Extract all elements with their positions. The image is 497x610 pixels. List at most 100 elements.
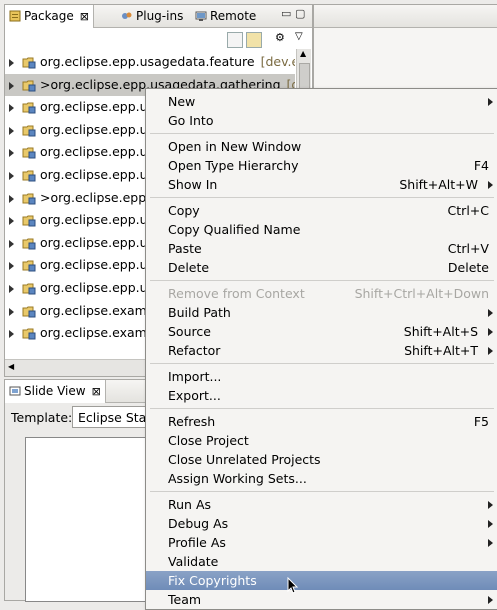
- menu-item-open-type-hierarchy[interactable]: Open Type Hierarchy F4: [146, 156, 497, 175]
- tab-package-explorer[interactable]: Package ⊠: [5, 5, 94, 28]
- expand-icon[interactable]: [9, 104, 14, 112]
- project-name: >org.eclipse.epp.u: [40, 190, 159, 205]
- expand-icon[interactable]: [9, 240, 14, 248]
- menu-item-validate[interactable]: Validate: [146, 552, 497, 571]
- menu-item-refresh[interactable]: Refresh F5: [146, 412, 497, 431]
- menu-item-export[interactable]: Export...: [146, 386, 497, 405]
- slide-view-icon: [9, 386, 21, 396]
- expand-icon[interactable]: [9, 127, 14, 135]
- expand-icon[interactable]: [9, 195, 14, 203]
- close-icon[interactable]: ⊠: [80, 10, 89, 23]
- maximize-icon[interactable]: ▢: [295, 7, 305, 20]
- tree-row-label: org.eclipse.epp.us: [40, 96, 160, 118]
- expand-icon[interactable]: [9, 217, 14, 225]
- menu-separator: [150, 197, 494, 198]
- menu-item-copy[interactable]: Copy Ctrl+C: [146, 201, 497, 220]
- menu-item-delete[interactable]: Delete Delete: [146, 258, 497, 277]
- scroll-left-icon[interactable]: ◀: [8, 362, 14, 371]
- menu-item-label: Refresh: [168, 414, 216, 429]
- link-with-editor-icon[interactable]: [246, 32, 262, 48]
- menu-item-new[interactable]: New: [146, 92, 497, 111]
- menu-item-label: Export...: [168, 388, 221, 403]
- menu-item-shortcut: F4: [473, 158, 489, 173]
- menu-item-assign-working-sets[interactable]: Assign Working Sets...: [146, 469, 497, 488]
- project-name: org.eclipse.epp.us: [40, 144, 155, 159]
- expand-icon[interactable]: [9, 172, 14, 180]
- menu-item-label: Source: [168, 324, 211, 339]
- expand-icon[interactable]: [9, 262, 14, 270]
- menu-item-label: Copy Qualified Name: [168, 222, 301, 237]
- menu-item-remove-from-context: Remove from Context Shift+Ctrl+Alt+Down: [146, 284, 497, 303]
- menu-item-source[interactable]: Source Shift+Alt+S: [146, 322, 497, 341]
- menu-item-run-as[interactable]: Run As: [146, 495, 497, 514]
- expand-icon[interactable]: [9, 330, 14, 338]
- menu-item-shortcut: Delete: [447, 260, 489, 275]
- tree-row-label: org.eclipse.epp.us: [40, 209, 160, 231]
- menu-item-close-unrelated-projects[interactable]: Close Unrelated Projects: [146, 450, 497, 469]
- plugin-project-icon: [22, 283, 36, 295]
- menu-item-label: Close Unrelated Projects: [168, 452, 321, 467]
- menu-item-shortcut: F5: [473, 414, 489, 429]
- tree-row-label: org.eclipse.examp: [40, 300, 161, 322]
- tree-row[interactable]: org.eclipse.epp.usagedata.feature [dev.e: [5, 51, 295, 73]
- menu-item-label: Debug As: [168, 516, 229, 531]
- expand-icon[interactable]: [9, 82, 14, 90]
- project-name: org.eclipse.examp: [40, 325, 155, 340]
- menu-item-copy-qualified-name[interactable]: Copy Qualified Name: [146, 220, 497, 239]
- tab-remote[interactable]: Remote: [191, 5, 260, 27]
- tree-row-label: org.eclipse.epp.us: [40, 254, 160, 276]
- tab-plug-ins[interactable]: Plug-ins: [117, 5, 187, 27]
- plugin-project-icon: [22, 102, 36, 114]
- editor-tabbar: [314, 5, 497, 28]
- menu-item-refactor[interactable]: Refactor Shift+Alt+T: [146, 341, 497, 360]
- menu-item-open-in-new-window[interactable]: Open in New Window: [146, 137, 497, 156]
- menu-separator: [150, 408, 494, 409]
- menu-item-label: Paste: [168, 241, 202, 256]
- menu-item-profile-as[interactable]: Profile As: [146, 533, 497, 552]
- menu-item-import[interactable]: Import...: [146, 367, 497, 386]
- submenu-arrow-icon: [488, 347, 493, 355]
- tab-package-label: Package: [24, 9, 74, 23]
- minimize-icon[interactable]: ▭: [281, 7, 291, 20]
- expand-icon[interactable]: [9, 59, 14, 67]
- view-toolbar: ⚙ ▽: [5, 28, 312, 50]
- mouse-cursor-icon: [287, 577, 299, 594]
- menu-item-paste[interactable]: Paste Ctrl+V: [146, 239, 497, 258]
- tree-row-label: org.eclipse.epp.us: [40, 164, 160, 186]
- project-name: org.eclipse.epp.us: [40, 280, 155, 295]
- expand-icon[interactable]: [9, 149, 14, 157]
- menu-item-show-in[interactable]: Show In Shift+Alt+W: [146, 175, 497, 194]
- project-name: org.eclipse.epp.us: [40, 167, 155, 182]
- focus-icon[interactable]: ⚙: [275, 31, 285, 44]
- expand-icon[interactable]: [9, 285, 14, 293]
- menu-item-build-path[interactable]: Build Path: [146, 303, 497, 322]
- menu-item-label: Open in New Window: [168, 139, 302, 154]
- tab-remote-label: Remote: [210, 9, 257, 23]
- slide-view: Slide View ⊠ Template: Eclipse Stan: [4, 379, 167, 602]
- collapse-all-icon[interactable]: [227, 32, 243, 48]
- menu-item-close-project[interactable]: Close Project: [146, 431, 497, 450]
- expand-icon[interactable]: [9, 308, 14, 316]
- menu-item-debug-as[interactable]: Debug As: [146, 514, 497, 533]
- project-name: org.eclipse.epp.us: [40, 99, 155, 114]
- menu-item-shortcut: Ctrl+C: [447, 203, 489, 218]
- package-explorer-icon: [9, 10, 21, 22]
- menu-item-label: Team: [168, 592, 202, 607]
- slide-view-tabbar: Slide View ⊠: [5, 380, 165, 403]
- close-icon[interactable]: ⊠: [92, 385, 101, 398]
- menu-item-label: Refactor: [168, 343, 221, 358]
- menu-item-fix-copyrights[interactable]: Fix Copyrights: [146, 571, 497, 590]
- package-explorer-tabbar: Package ⊠ Plug-ins Remote ▭ ▢: [5, 5, 312, 28]
- context-menu: New Go Into Open in New Window Open Type Hi…: [145, 88, 497, 610]
- menu-item-go-into[interactable]: Go Into: [146, 111, 497, 130]
- submenu-arrow-icon: [488, 501, 493, 509]
- tab-slide-view[interactable]: Slide View ⊠: [5, 380, 106, 403]
- menu-item-team[interactable]: Team: [146, 590, 497, 609]
- view-menu-icon[interactable]: ▽: [295, 31, 303, 42]
- remote-systems-icon: [195, 11, 207, 21]
- scroll-up-icon[interactable]: ▲: [300, 49, 306, 58]
- submenu-arrow-icon: [488, 328, 493, 336]
- menu-separator: [150, 133, 494, 134]
- menu-item-shortcut: Shift+Ctrl+Alt+Down: [354, 286, 489, 301]
- plug-in-icon: [122, 12, 132, 19]
